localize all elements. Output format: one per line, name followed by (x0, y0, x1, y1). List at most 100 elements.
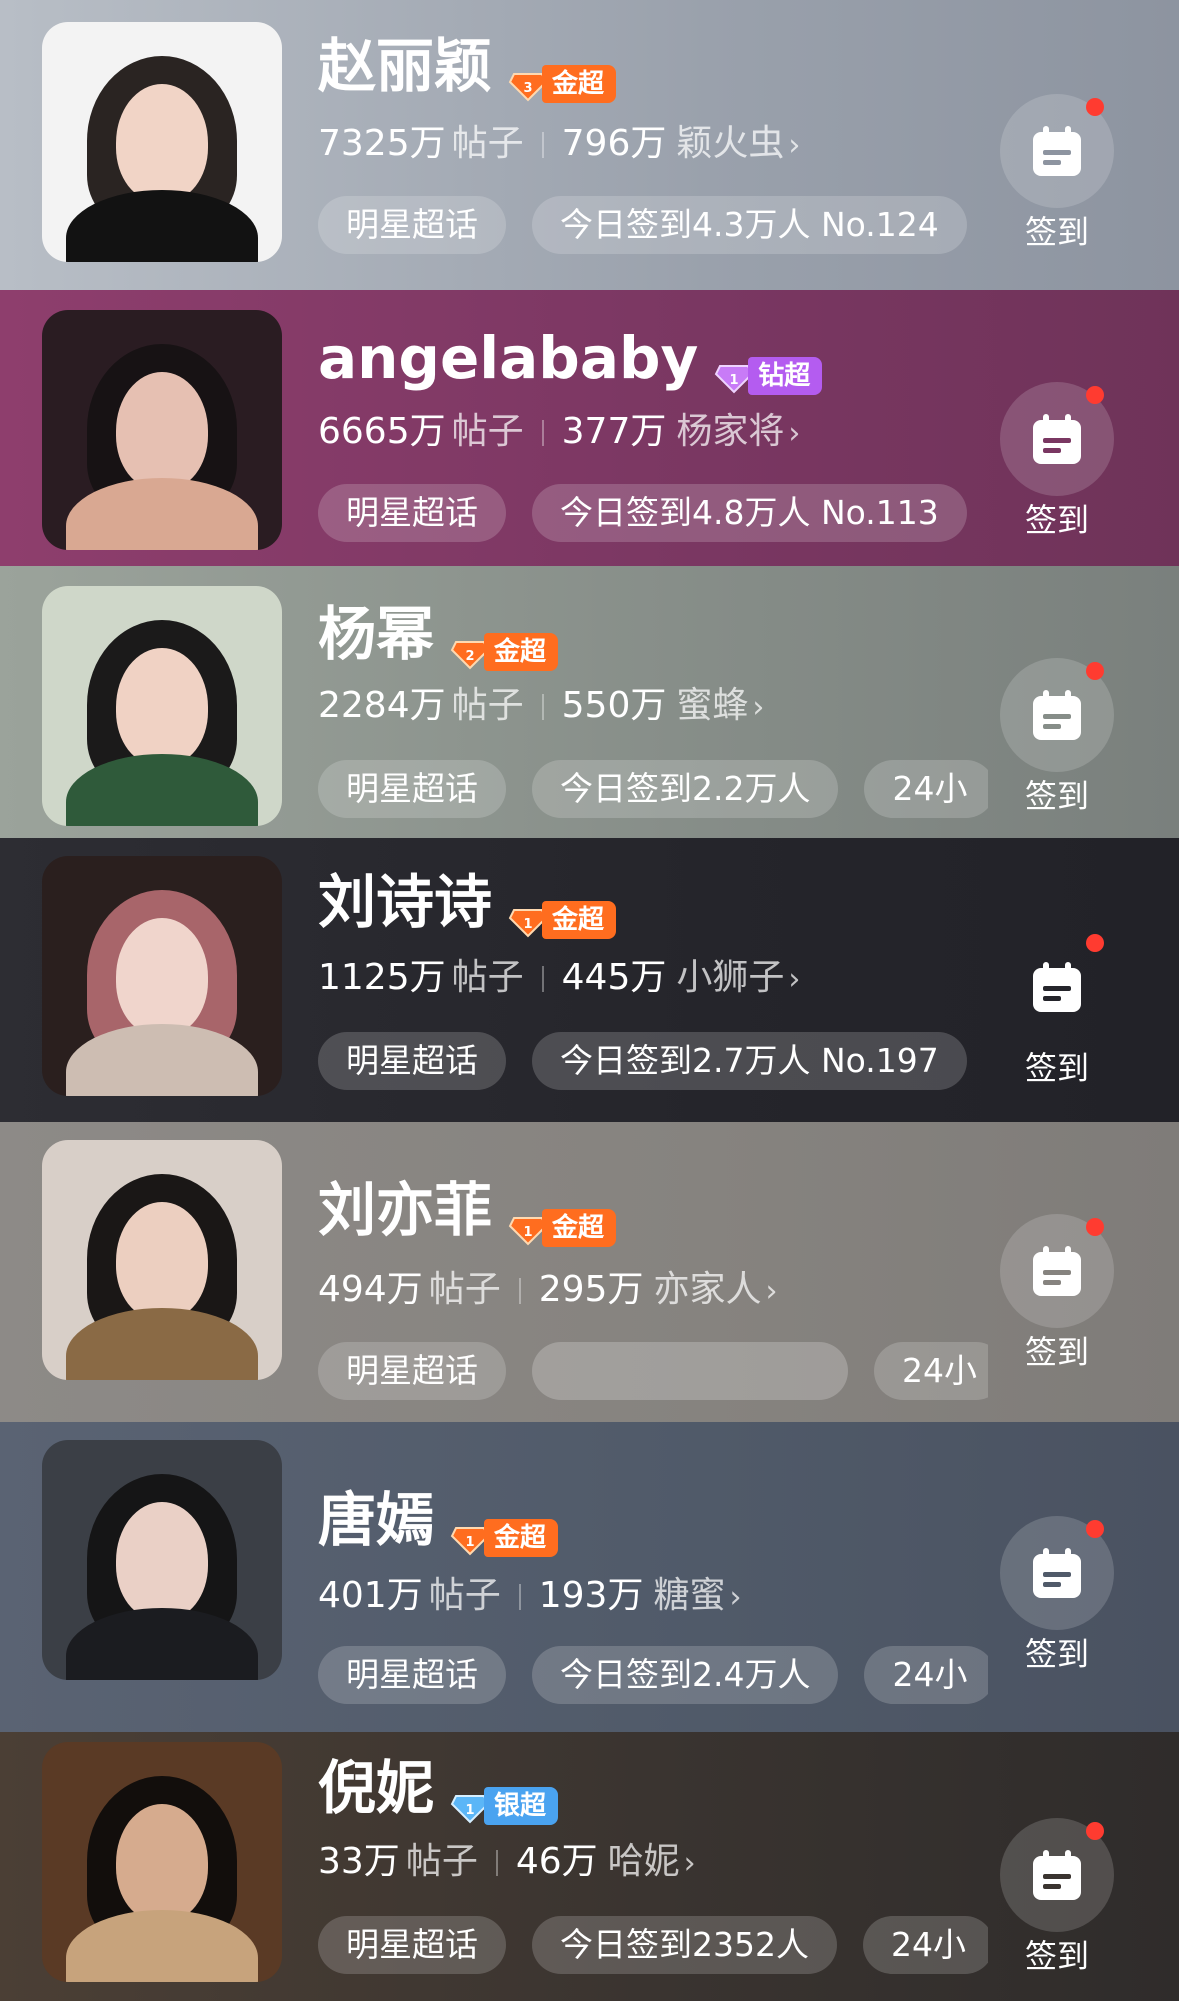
svg-text:1: 1 (465, 1535, 474, 1550)
sign-in-circle[interactable] (1000, 930, 1114, 1044)
checkin-count-tag[interactable]: 今日签到2.7万人 No.197 (532, 1032, 967, 1090)
topic-name[interactable]: 倪妮 1 银超 (318, 1750, 559, 1826)
checkin-count-tag[interactable]: 今日签到4.8万人 No.113 (532, 484, 967, 542)
category-tag[interactable]: 明星超话 (318, 1916, 506, 1974)
svg-text:2: 2 (465, 649, 474, 664)
topic-name[interactable]: 刘诗诗 1 金超 (318, 864, 617, 940)
fan-club-link[interactable]: 杨家将 (676, 411, 784, 452)
topic-row[interactable]: 刘诗诗 1 金超 1125万 帖子 445万 小狮子 › 明星超话 今日签到2.7万人 No.… (0, 838, 1179, 1122)
fan-club-link[interactable]: 哈妮 (608, 1841, 680, 1882)
checkin-count-tag[interactable]: 今日签到2.4万人 (532, 1646, 839, 1704)
red-dot (1086, 662, 1104, 680)
category-tag[interactable]: 明星超话 (318, 760, 506, 818)
stats-line: 401万 帖子 193万 糖蜜 › (318, 1575, 742, 1616)
tier-badge: 1 钻超 (714, 334, 823, 395)
avatar[interactable] (42, 586, 282, 826)
topic-name[interactable]: angelababy 1 钻超 (318, 320, 823, 396)
sign-in-circle[interactable] (1000, 94, 1114, 208)
svg-text:1: 1 (523, 917, 532, 932)
chevron-right-icon: › (788, 962, 801, 997)
category-tag[interactable]: 明星超话 (318, 196, 506, 254)
avatar[interactable] (42, 1440, 282, 1680)
tier-badge: 1 金超 (508, 878, 617, 939)
tier-badge: 1 银超 (450, 1764, 559, 1825)
topic-row[interactable]: 刘亦菲 1 金超 494万 帖子 295万 亦家人 › 明星超话 24小 签到 (0, 1122, 1179, 1422)
category-tag[interactable]: 明星超话 (318, 1032, 506, 1090)
sign-in-circle[interactable] (1000, 658, 1114, 772)
sign-in-button[interactable]: 签到 (1000, 1516, 1114, 1674)
red-dot (1086, 1218, 1104, 1236)
stats-line: 494万 帖子 295万 亦家人 › (318, 1269, 778, 1310)
red-dot (1086, 1822, 1104, 1840)
sign-in-circle[interactable] (1000, 1214, 1114, 1328)
sign-in-button[interactable]: 签到 (1000, 930, 1114, 1088)
checkin-count-tag[interactable]: 今日签到2.2万人 (532, 760, 839, 818)
topic-row[interactable]: angelababy 1 钻超 6665万 帖子 377万 杨家将 › 明星超话 今日签到4.… (0, 290, 1179, 566)
stats-line: 7325万 帖子 796万 颖火虫 › (318, 123, 801, 164)
extra-tag[interactable]: 24小 (864, 760, 988, 818)
calendar-icon (1033, 690, 1081, 740)
fan-club-link[interactable]: 糖蜜 (653, 1575, 725, 1616)
topic-row[interactable]: 倪妮 1 银超 33万 帖子 46万 哈妮 › 明星超话 今日签到2352人 24小 签到 (0, 1732, 1179, 2001)
stats-line: 1125万 帖子 445万 小狮子 › (318, 957, 801, 998)
chevron-right-icon: › (788, 416, 801, 451)
topic-name[interactable]: 杨幂 2 金超 (318, 596, 559, 672)
chevron-right-icon: › (683, 1846, 696, 1881)
tier-badge: 1 金超 (508, 1186, 617, 1247)
chevron-right-icon: › (752, 690, 765, 725)
avatar[interactable] (42, 310, 282, 550)
chevron-right-icon: › (788, 128, 801, 163)
tier-badge: 2 金超 (450, 610, 559, 671)
sign-in-circle[interactable] (1000, 1516, 1114, 1630)
fan-club-link[interactable]: 颖火虫 (676, 123, 784, 164)
extra-tag[interactable]: 24小 (864, 1646, 988, 1704)
tier-badge: 3 金超 (508, 42, 617, 103)
tag-row: 明星超话 今日签到2352人 24小 (318, 1916, 988, 1974)
tag-row: 明星超话 今日签到2.4万人 24小 (318, 1646, 988, 1704)
sign-in-button[interactable]: 签到 (1000, 658, 1114, 816)
svg-text:1: 1 (523, 1225, 532, 1240)
checkin-count-tag[interactable] (532, 1342, 848, 1400)
topic-row[interactable]: 杨幂 2 金超 2284万 帖子 550万 蜜蜂 › 明星超话 今日签到2.2万人 24小 签到 (0, 566, 1179, 838)
topic-name[interactable]: 唐嫣 1 金超 (318, 1482, 559, 1558)
svg-text:1: 1 (465, 1803, 474, 1818)
topic-name[interactable]: 赵丽颖 3 金超 (318, 28, 617, 104)
red-dot (1086, 1520, 1104, 1538)
extra-tag[interactable]: 24小 (874, 1342, 988, 1400)
calendar-icon (1033, 414, 1081, 464)
fan-club-link[interactable]: 小狮子 (676, 957, 784, 998)
tag-row: 明星超话 今日签到2.2万人 24小 (318, 760, 988, 818)
category-tag[interactable]: 明星超话 (318, 1646, 506, 1704)
svg-text:1: 1 (730, 373, 739, 388)
avatar[interactable] (42, 856, 282, 1096)
tag-row: 明星超话 今日签到4.3万人 No.124 (318, 196, 988, 254)
checkin-count-tag[interactable]: 今日签到2352人 (532, 1916, 837, 1974)
checkin-count-tag[interactable]: 今日签到4.3万人 No.124 (532, 196, 967, 254)
calendar-icon (1033, 962, 1081, 1012)
sign-in-circle[interactable] (1000, 382, 1114, 496)
topic-row[interactable]: 唐嫣 1 金超 401万 帖子 193万 糖蜜 › 明星超话 今日签到2.4万人 24小 签到 (0, 1422, 1179, 1732)
category-tag[interactable]: 明星超话 (318, 484, 506, 542)
sign-in-button[interactable]: 签到 (1000, 1818, 1114, 1976)
topic-row[interactable]: 赵丽颖 3 金超 7325万 帖子 796万 颖火虫 › 明星超话 今日签到4.3万人 No.… (0, 0, 1179, 290)
avatar[interactable] (42, 1140, 282, 1380)
sign-in-button[interactable]: 签到 (1000, 1214, 1114, 1372)
tag-row: 明星超话 今日签到4.8万人 No.113 (318, 484, 988, 542)
extra-tag[interactable]: 24小 (862, 1916, 988, 1974)
category-tag[interactable]: 明星超话 (318, 1342, 506, 1400)
fan-club-link[interactable]: 亦家人 (653, 1269, 761, 1310)
avatar[interactable] (42, 1742, 282, 1982)
sign-in-circle[interactable] (1000, 1818, 1114, 1932)
topic-name[interactable]: 刘亦菲 1 金超 (318, 1172, 617, 1248)
tier-badge: 1 金超 (450, 1496, 559, 1557)
avatar[interactable] (42, 22, 282, 262)
chevron-right-icon: › (729, 1580, 742, 1615)
fan-club-link[interactable]: 蜜蜂 (676, 685, 748, 726)
chevron-right-icon: › (765, 1274, 778, 1309)
red-dot (1086, 386, 1104, 404)
red-dot (1086, 934, 1104, 952)
red-dot (1086, 98, 1104, 116)
sign-in-button[interactable]: 签到 (1000, 382, 1114, 540)
sign-in-button[interactable]: 签到 (1000, 94, 1114, 252)
calendar-icon (1033, 1548, 1081, 1598)
